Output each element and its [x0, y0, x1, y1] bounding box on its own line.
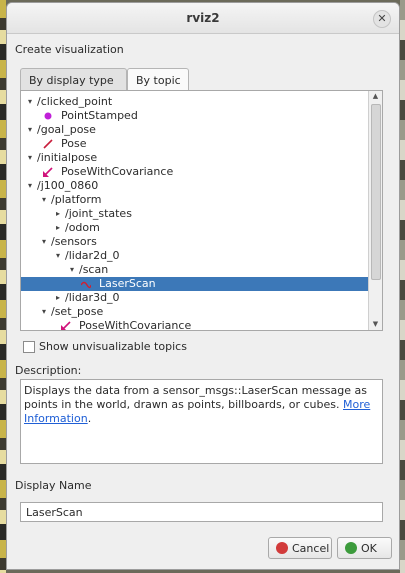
chevron-right-icon[interactable]: ▸ [53, 207, 63, 221]
tree-item-label: /joint_states [65, 207, 132, 220]
chevron-down-icon[interactable]: ▾ [39, 235, 49, 249]
tree-row[interactable]: PoseWithCovariance [21, 165, 368, 179]
tab-by-topic[interactable]: By topic [127, 68, 189, 91]
laserscan-icon [81, 281, 91, 289]
chevron-down-icon[interactable]: ▾ [53, 249, 63, 263]
pose-arrow-icon [43, 139, 53, 149]
description-tail: . [87, 412, 92, 425]
tree-row[interactable]: ▾/clicked_point [21, 95, 368, 109]
tree-scrollbar[interactable]: ▲ ▼ [368, 91, 382, 330]
tree-item-label: /lidar3d_0 [65, 291, 120, 304]
cancel-button[interactable]: Cancel [268, 537, 332, 559]
close-icon[interactable]: ✕ [373, 10, 391, 28]
tree-item-label: /set_pose [51, 305, 104, 318]
scroll-up-icon[interactable]: ▲ [369, 91, 382, 102]
tree-row[interactable]: Pose [21, 137, 368, 151]
topic-tree[interactable]: ▾/clicked_point PointStamped ▾/goal_pose Po… [20, 90, 383, 331]
tree-row[interactable]: ▾/j100_0860 [21, 179, 368, 193]
tree-item-label: PoseWithCovariance [79, 319, 192, 331]
tree-item-label: Pose [61, 137, 87, 150]
chevron-down-icon[interactable]: ▾ [39, 305, 49, 319]
chevron-down-icon[interactable]: ▾ [25, 151, 35, 165]
tree-item-label: /odom [65, 221, 100, 234]
tree-row[interactable]: ▸/lidar3d_0 [21, 291, 368, 305]
chevron-down-icon[interactable]: ▾ [39, 193, 49, 207]
tree-item-label: PointStamped [61, 109, 138, 122]
tree-row[interactable]: PointStamped [21, 109, 368, 123]
pose-covariance-icon [61, 321, 71, 330]
description-box: Displays the data from a sensor_msgs::La… [20, 379, 383, 464]
tree-row[interactable]: LaserScan [21, 277, 368, 291]
cancel-label: Cancel [292, 542, 330, 555]
show-unvisualizable-label: Show unvisualizable topics [39, 340, 187, 353]
tree-row[interactable]: PoseWithCovariance [21, 319, 368, 331]
pose-covariance-icon [43, 167, 53, 177]
tree-row[interactable]: ▾/lidar2d_0 [21, 249, 368, 263]
ok-button[interactable]: OK [337, 537, 392, 559]
ok-label: OK [361, 542, 377, 555]
chevron-down-icon[interactable]: ▾ [25, 123, 35, 137]
cancel-icon [276, 542, 288, 554]
chevron-right-icon[interactable]: ▸ [53, 291, 63, 305]
title-bar: rviz2 ✕ [7, 3, 399, 34]
description-text: Displays the data from a sensor_msgs::La… [24, 384, 367, 411]
chevron-right-icon[interactable]: ▸ [53, 221, 63, 235]
tree-row[interactable]: ▾/set_pose [21, 305, 368, 319]
tree-item-label: PoseWithCovariance [61, 165, 174, 178]
tree-item-label: /scan [79, 263, 109, 276]
show-unvisualizable-checkbox[interactable] [23, 341, 35, 353]
chevron-down-icon[interactable]: ▾ [67, 263, 77, 277]
chevron-down-icon[interactable]: ▾ [25, 179, 35, 193]
create-visualization-header: Create visualization [15, 43, 124, 56]
tree-item-label: LaserScan [99, 277, 156, 290]
display-name-input[interactable] [20, 502, 383, 522]
tree-item-label: /initialpose [37, 151, 98, 164]
tree-item-label: /lidar2d_0 [65, 249, 120, 262]
description-header: Description: [15, 364, 82, 377]
tree-row[interactable]: ▾/platform [21, 193, 368, 207]
tree-item-label: /clicked_point [37, 95, 113, 108]
tree-row[interactable]: ▾/sensors [21, 235, 368, 249]
tree-item-label: /sensors [51, 235, 97, 248]
tree-row[interactable]: ▸/odom [21, 221, 368, 235]
window-title: rviz2 [186, 11, 220, 25]
scroll-down-icon[interactable]: ▼ [369, 319, 382, 330]
tree-row[interactable]: ▾/scan [21, 263, 368, 277]
tree-row[interactable]: ▾/initialpose [21, 151, 368, 165]
create-visualization-dialog: rviz2 ✕ Create visualization By display … [6, 2, 400, 570]
background-right [400, 0, 405, 573]
tree-item-label: /platform [51, 193, 102, 206]
point-stamped-icon [44, 112, 52, 120]
tree-item-label: /j100_0860 [37, 179, 99, 192]
ok-icon [345, 542, 357, 554]
tab-by-display-type[interactable]: By display type [20, 68, 127, 90]
tree-row[interactable]: ▸/joint_states [21, 207, 368, 221]
tree-item-label: /goal_pose [37, 123, 96, 136]
tree-row[interactable]: ▾/goal_pose [21, 123, 368, 137]
display-name-header: Display Name [15, 479, 92, 492]
chevron-down-icon[interactable]: ▾ [25, 95, 35, 109]
scrollbar-thumb[interactable] [371, 104, 381, 280]
